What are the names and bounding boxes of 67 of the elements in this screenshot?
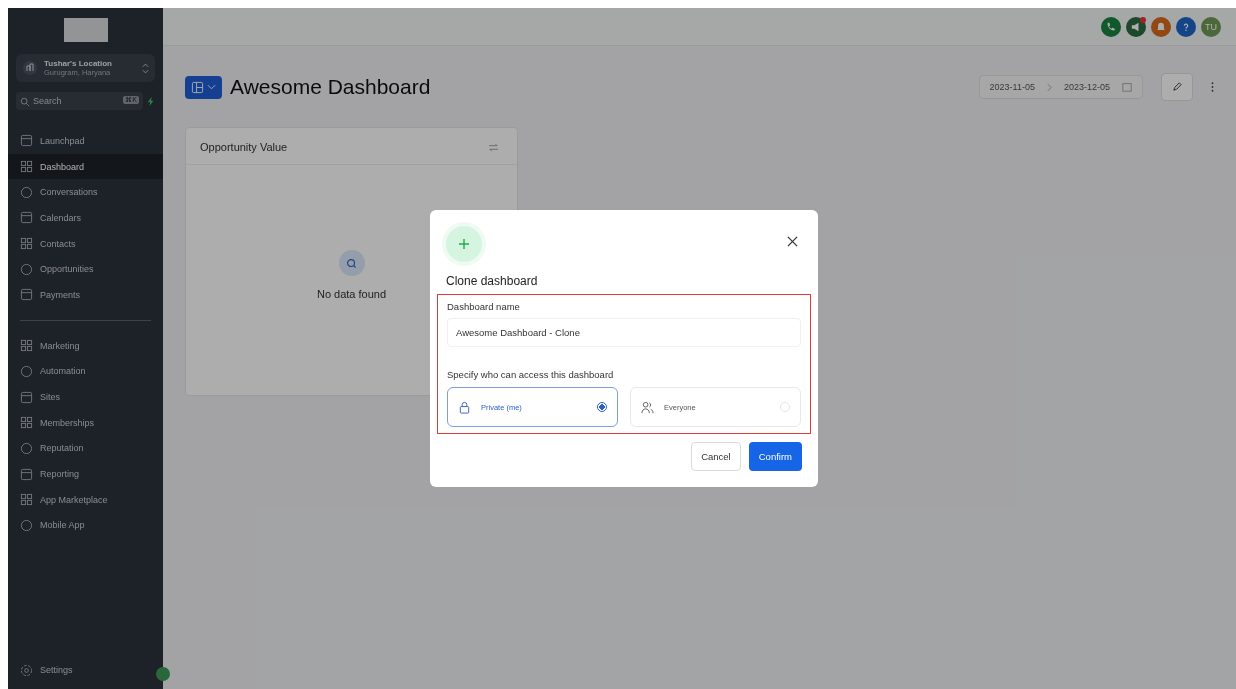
cancel-button[interactable]: Cancel: [691, 442, 741, 471]
access-label: Specify who can access this dashboard: [447, 369, 615, 380]
nav-item[interactable]: Opportunities: [8, 256, 163, 283]
nav-icon: [20, 416, 33, 430]
plus-icon: [446, 226, 482, 262]
radio-button[interactable]: [597, 402, 607, 412]
more-options-icon[interactable]: [1211, 81, 1214, 93]
dashboard-switcher[interactable]: [185, 75, 222, 99]
nav-icon: [20, 364, 33, 378]
start-date: 2023-11-05: [989, 82, 1035, 92]
nav-item[interactable]: Automation: [8, 358, 163, 385]
dashboard-title: Awesome Dashboard: [230, 75, 431, 99]
megaphone-icon[interactable]: [1126, 16, 1146, 37]
nav-item[interactable]: Reputation: [8, 435, 163, 462]
location-name: Tushar's Location: [44, 59, 113, 68]
nav-icon: [20, 134, 33, 148]
nav-item[interactable]: Launchpad: [8, 128, 163, 154]
phone-icon[interactable]: [1101, 16, 1121, 37]
user-avatar[interactable]: TU: [1201, 16, 1221, 37]
nav-icon: [20, 237, 33, 251]
nav-icon: [20, 160, 33, 174]
users-icon: [641, 400, 654, 414]
lock-icon: [458, 400, 471, 414]
nav-icon: [20, 493, 33, 507]
pencil-icon: [1171, 80, 1183, 92]
chevron-updown-icon: [142, 62, 149, 74]
nav-icon: [20, 390, 33, 404]
search-icon: [20, 97, 30, 107]
nav-icon: [20, 185, 33, 199]
empty-state-text: No data found: [316, 288, 387, 300]
settings-icon: [20, 663, 33, 677]
nav-icon: [20, 262, 33, 276]
nav-item[interactable]: Conversations: [8, 179, 163, 206]
nav-icon: [20, 467, 33, 481]
nav-item[interactable]: Calendars: [8, 205, 163, 231]
search-icon: [338, 250, 365, 276]
lightning-icon[interactable]: [147, 95, 155, 107]
collapse-toggle[interactable]: [156, 667, 170, 681]
nav-icon: [20, 518, 33, 532]
nav-icon: [20, 211, 33, 225]
calendar-icon: [1122, 82, 1132, 92]
nav-item[interactable]: Memberships: [8, 409, 163, 436]
nav-item[interactable]: Sites: [8, 384, 163, 410]
dashboard-name-field[interactable]: Awesome Dashboard - Clone: [447, 318, 801, 347]
nav-item[interactable]: Reporting: [8, 461, 163, 487]
help-icon[interactable]: [1176, 16, 1196, 37]
layout-icon: [191, 80, 204, 94]
chevron-down-icon: [207, 84, 216, 90]
nav-icon: [20, 288, 33, 302]
date-range-picker[interactable]: 2023-11-05 2023-12-05: [978, 75, 1143, 99]
nav-item[interactable]: Contacts: [8, 230, 163, 257]
nav-icon: [20, 441, 33, 455]
close-icon[interactable]: [787, 236, 798, 247]
arrow-right-icon: [1046, 82, 1052, 92]
nav-item[interactable]: App Marketplace: [8, 486, 163, 513]
nav-icon: [20, 339, 33, 353]
confirm-button[interactable]: Confirm: [748, 442, 802, 471]
bell-icon[interactable]: [1151, 16, 1171, 37]
field-label: Dashboard name: [447, 301, 521, 312]
nav-item[interactable]: Marketing: [8, 332, 163, 359]
widget-title: Opportunity Value: [200, 141, 288, 153]
logo-placeholder: [63, 18, 108, 42]
nav-item[interactable]: Payments: [8, 282, 163, 308]
nav-item[interactable]: Dashboard: [8, 153, 163, 180]
dialog-title: Clone dashboard: [446, 274, 539, 288]
nav-item[interactable]: Mobile App: [8, 512, 163, 539]
end-date: 2023-12-05: [1063, 82, 1110, 92]
